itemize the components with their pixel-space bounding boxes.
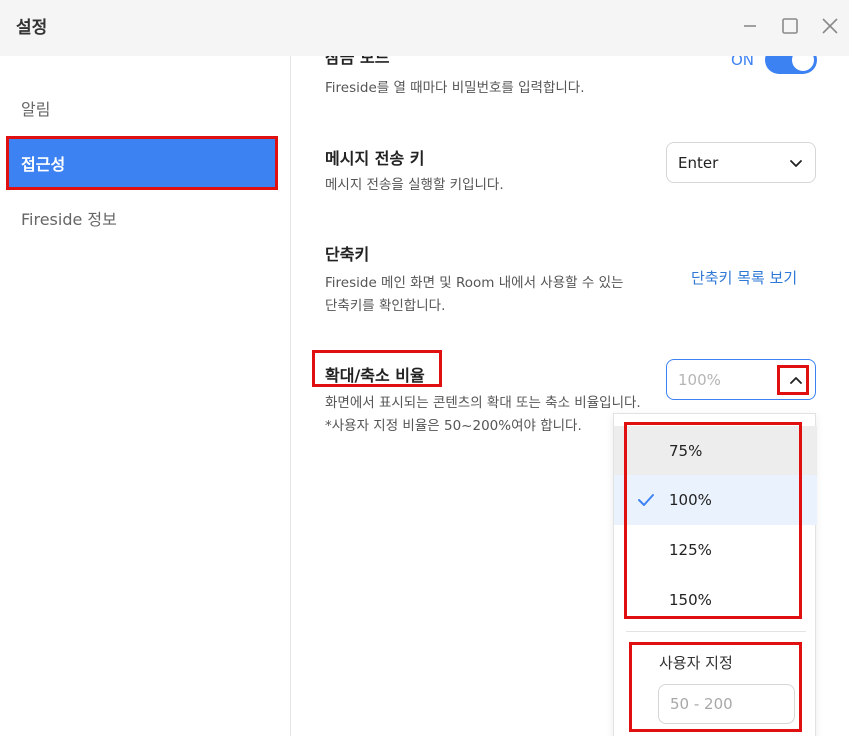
custom-zoom-label: 사용자 지정 (659, 654, 733, 672)
zoom-option-125[interactable]: 125% (614, 525, 817, 575)
sidebar-item-about[interactable]: Fireside 정보 (8, 193, 276, 243)
chevron-up-icon[interactable] (788, 372, 804, 388)
shortcut-list-link[interactable]: 단축키 목록 보기 (691, 267, 797, 288)
zoom-description-line1: 화면에서 표시되는 콘텐츠의 확대 또는 축소 비율입니다. (325, 395, 641, 411)
window-title: 설정 (16, 18, 48, 38)
title-bar: 설정 (0, 0, 849, 56)
shortcuts-description-line2: 단축키를 확인합니다. (325, 298, 446, 314)
settings-content: 잠금 모드 Fireside를 열 때마다 비밀번호를 입력합니다. ON 메시… (291, 56, 849, 736)
chevron-down-icon (790, 160, 802, 167)
shortcuts-description-line1: Fireside 메인 화면 및 Room 내에서 사용할 수 있는 (325, 275, 624, 291)
option-label: 75% (669, 442, 703, 460)
zoom-title: 확대/축소 비율 (325, 366, 425, 385)
lock-mode-description: Fireside를 열 때마다 비밀번호를 입력합니다. (325, 80, 585, 96)
minimize-icon[interactable] (736, 12, 764, 40)
close-icon[interactable] (816, 12, 844, 40)
zoom-value: 100% (678, 370, 721, 389)
send-key-title: 메시지 전송 키 (325, 149, 425, 168)
zoom-option-150[interactable]: 150% (614, 575, 817, 625)
toggle-state-label: ON (731, 56, 755, 69)
sidebar-item-label: 알림 (21, 100, 51, 119)
sidebar-item-accessibility[interactable]: 접근성 (8, 138, 276, 188)
divider (626, 631, 806, 632)
zoom-select[interactable]: 100% (666, 359, 816, 400)
send-key-select[interactable]: Enter (666, 142, 816, 183)
lock-mode-toggle[interactable] (765, 56, 817, 74)
maximize-icon[interactable] (776, 12, 804, 40)
lock-mode-title: 잠금 모드 (325, 56, 390, 67)
toggle-knob (792, 56, 814, 71)
sidebar-item-label: Fireside 정보 (21, 210, 117, 229)
sidebar-item-notifications[interactable]: 알림 (8, 83, 276, 133)
sidebar-item-label: 접근성 (21, 155, 66, 174)
option-label: 125% (669, 541, 712, 559)
custom-zoom-input[interactable] (658, 684, 795, 724)
zoom-option-75[interactable]: 75% (614, 426, 817, 476)
option-label: 100% (669, 491, 712, 509)
option-label: 150% (669, 591, 712, 609)
shortcuts-title: 단축키 (325, 245, 370, 264)
zoom-description-line2: *사용자 지정 비율은 50~200%여야 합니다. (325, 418, 582, 434)
send-key-value: Enter (678, 153, 719, 172)
zoom-option-100[interactable]: 100% (614, 475, 817, 525)
checkmark-icon (638, 494, 654, 506)
send-key-description: 메시지 전송을 실행할 키입니다. (325, 177, 504, 193)
zoom-dropdown-menu: 75% 100% 125% 150% 사용자 지정 (613, 413, 817, 736)
settings-sidebar: 알림 접근성 Fireside 정보 (0, 56, 291, 736)
